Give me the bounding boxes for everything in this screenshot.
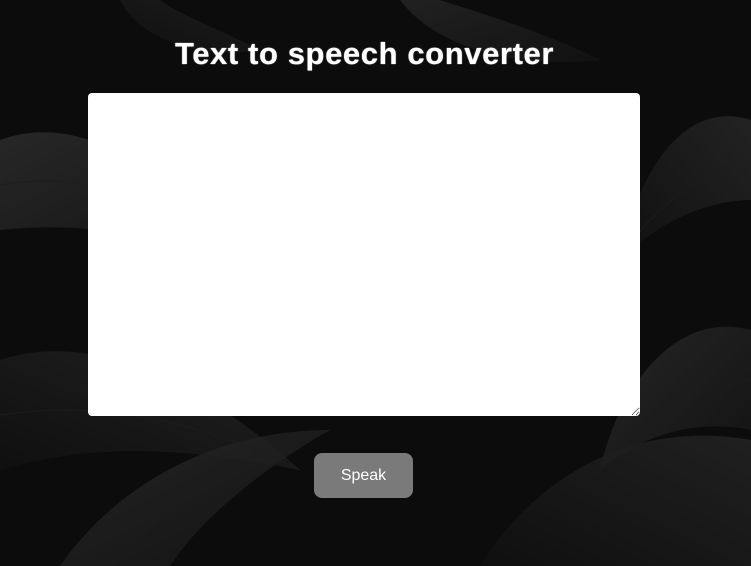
speak-button[interactable]: Speak (314, 453, 413, 498)
text-input-area[interactable] (88, 93, 640, 416)
tts-app: Text to speech converter Speak (0, 0, 751, 566)
page-title: Text to speech converter (174, 36, 555, 71)
